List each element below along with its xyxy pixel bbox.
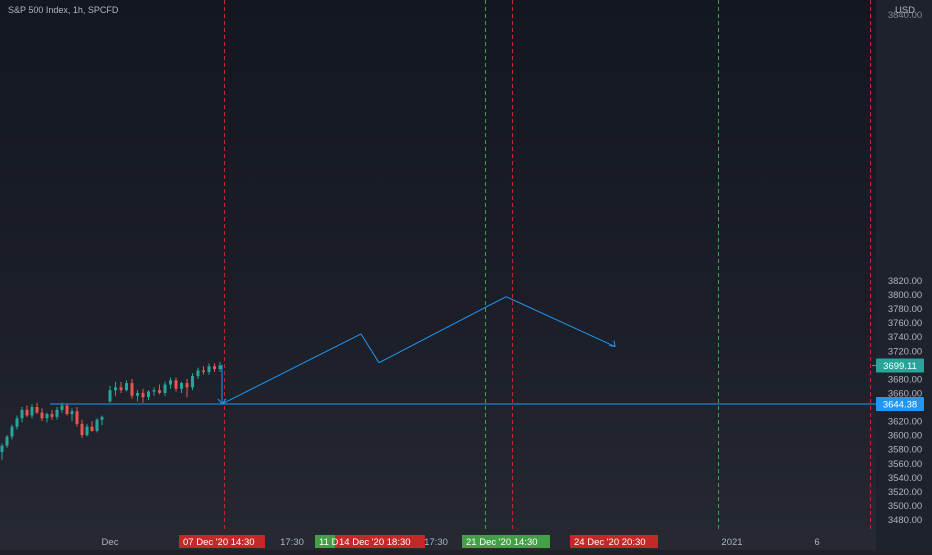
price-tick-label: 3800.00 (888, 290, 922, 301)
price-tick-label: 3480.00 (888, 515, 922, 526)
candle-body (65, 405, 69, 415)
time-tick-label: 2021 (721, 537, 742, 548)
candle-body (207, 366, 211, 372)
time-tick-label: Dec (102, 537, 119, 548)
candle-body (213, 366, 216, 370)
candle-body (169, 380, 172, 385)
price-tick-label: 3540.00 (888, 473, 922, 484)
candle-body (0, 445, 4, 453)
projection-segment-3[interactable] (505, 296, 616, 348)
candle-body (163, 384, 167, 393)
candle-body (20, 409, 24, 419)
candle-body (141, 392, 145, 398)
vertical-marker-lines (224, 0, 871, 532)
candle-body (119, 387, 123, 391)
time-marker-label: 11 D (319, 537, 339, 548)
candle-body (152, 390, 156, 392)
candle-body (191, 376, 194, 388)
candles (0, 362, 222, 460)
candle-body (80, 423, 84, 436)
projection-segment-2[interactable] (378, 296, 507, 364)
time-marker-label: 07 Dec '20 14:30 (183, 537, 255, 548)
candle-body (30, 407, 34, 416)
time-marker-label: 21 Dec '20 14:30 (466, 537, 538, 548)
candle-body (147, 391, 150, 398)
candle-body (95, 419, 99, 431)
candle-body (90, 426, 94, 431)
price-tick-label: 3560.00 (888, 459, 922, 470)
price-tick-label: 3760.00 (888, 318, 922, 329)
candle-body (180, 383, 183, 389)
candle-body (40, 412, 44, 419)
candle-body (25, 409, 29, 416)
projection-path-group (217, 296, 616, 405)
time-marker-label: 14 Dec '20 18:30 (339, 537, 411, 548)
price-tick-label: 3520.00 (888, 487, 922, 498)
price-axis: USD3840.003480.003500.003520.003540.0035… (872, 0, 932, 550)
chart-header: S&P 500 Index, 1h, SPCFD (8, 5, 119, 15)
price-tick-label: 3840.00 (888, 10, 922, 21)
chart-container[interactable]: USD 3840.00 3480.00 3500.00 3520.00 3540.00 35… (0, 0, 932, 550)
time-tick-label: 6 (814, 537, 819, 548)
price-tick-label: 3580.00 (888, 445, 922, 456)
price-tick-label: 3740.00 (888, 332, 922, 343)
chart-title: S&P 500 Index, 1h, SPCFD (8, 5, 119, 15)
candle-body (60, 405, 64, 410)
candle-body (158, 390, 161, 393)
candle-body (114, 387, 117, 391)
price-tick-label: 3600.00 (888, 431, 922, 442)
candle-body (10, 426, 14, 437)
current-price-label: 3699.11 (883, 361, 917, 372)
candle-body (45, 414, 49, 419)
price-tick-label: 3620.00 (888, 417, 922, 428)
candle-body (218, 365, 222, 370)
time-tick-label: 17:30 (280, 537, 304, 548)
price-tick-label: 3780.00 (888, 304, 922, 315)
candle-body (100, 416, 104, 420)
candle-body (136, 392, 139, 396)
projection-segment-1[interactable] (360, 333, 380, 363)
candle-body (202, 370, 205, 372)
candle-body (196, 370, 200, 377)
candle-body (70, 411, 74, 415)
horizontal-line-price-label: 3644.38 (883, 399, 917, 410)
candle-body (185, 383, 189, 388)
time-marker-label: 24 Dec '20 20:30 (574, 537, 646, 548)
price-tick-label: 3680.00 (888, 374, 922, 385)
candle-body (125, 383, 128, 391)
candle-body (35, 407, 39, 413)
candle-body (55, 409, 59, 417)
time-tick-label: 17:30 (424, 537, 448, 548)
time-axis: Dec 17:30 17:30 2021 6 07 Dec '20 14:30 11 D 14… (0, 532, 876, 550)
candle-body (174, 380, 178, 389)
candlestick-chart[interactable]: USD3840.003480.003500.003520.003540.0035… (0, 0, 932, 550)
candle-body (5, 436, 9, 446)
price-tick-label: 3820.00 (888, 276, 922, 287)
candle-body (50, 414, 54, 417)
price-tick-label: 3500.00 (888, 501, 922, 512)
candle-body (15, 418, 19, 427)
price-tick-label: 3720.00 (888, 346, 922, 357)
candle-body (75, 411, 79, 424)
candle-body (85, 426, 89, 436)
candle-body (108, 390, 112, 402)
candle-body (130, 383, 134, 396)
projection-segment-0[interactable] (221, 333, 362, 405)
